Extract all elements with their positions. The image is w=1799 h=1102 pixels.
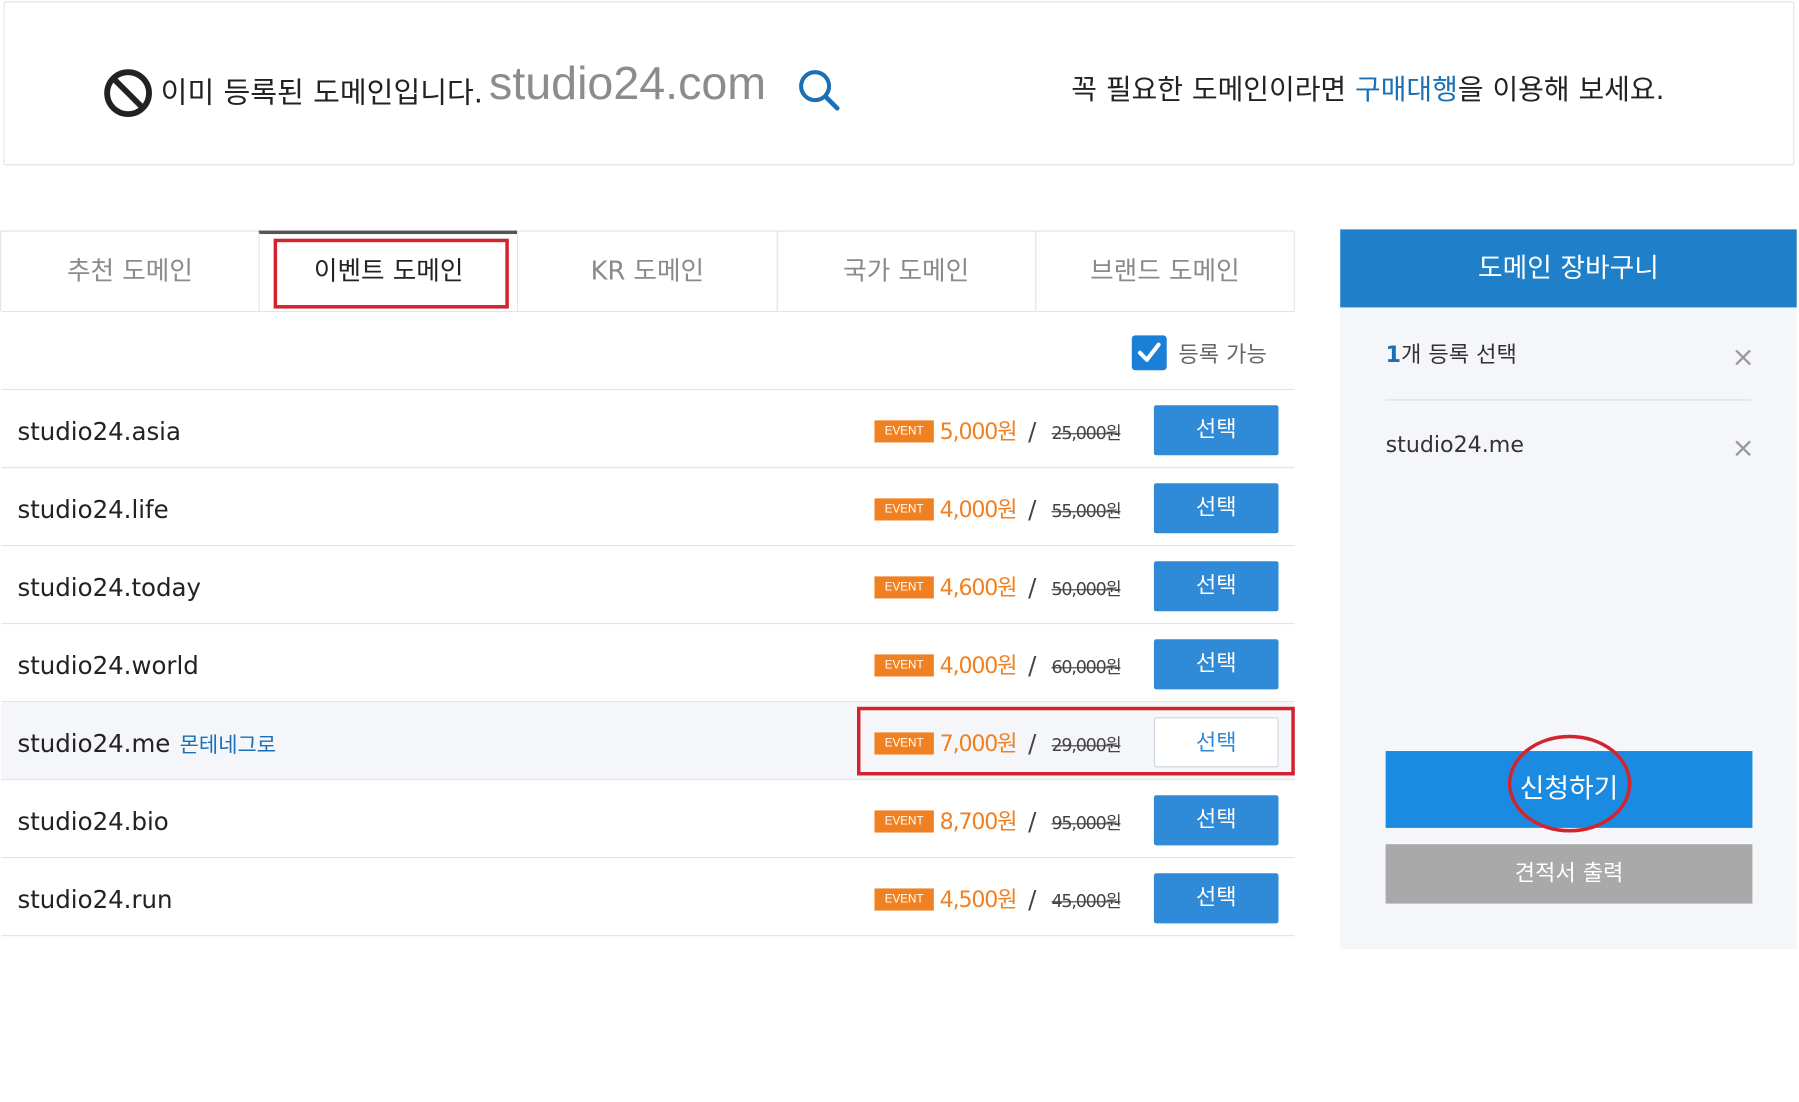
select-button[interactable]: 선택	[1153, 717, 1279, 768]
table-row: studio24.asia EVENT 5,000원 / 25,000원 선택	[1, 390, 1295, 469]
domain-name: studio24.me 몬테네그로	[17, 702, 276, 788]
cart-count: 1개 등록 선택	[1386, 338, 1517, 369]
tab-event[interactable]: 이벤트 도메인	[258, 230, 519, 311]
available-checkbox[interactable]	[1131, 335, 1167, 371]
table-row: studio24.world EVENT 4,000원 / 60,000원 선택	[1, 624, 1295, 703]
price-separator: /	[1028, 496, 1037, 524]
table-row-selected: studio24.me 몬테네그로 EVENT 7,000원 / 29,000원 …	[1, 702, 1295, 781]
domain-label: studio24.me	[17, 730, 171, 759]
original-price: 55,000원	[1051, 500, 1121, 522]
select-button[interactable]: 선택	[1153, 405, 1279, 456]
event-badge: EVENT	[874, 810, 934, 833]
domain-label: studio24.life	[17, 496, 169, 524]
event-price: 7,000원	[939, 731, 1018, 757]
event-badge: EVENT	[874, 654, 934, 677]
proxy-purchase-link[interactable]: 구매대행	[1355, 73, 1458, 106]
price-separator: /	[1028, 808, 1037, 837]
table-row: studio24.life EVENT 4,000원 / 55,000원 선택	[1, 468, 1295, 547]
tab-country[interactable]: 국가 도메인	[776, 230, 1037, 311]
page: 이미 등록된 도메인입니다. studio24.com 꼭 필요한 도메인이라면…	[0, 0, 1799, 1102]
domain-label: studio24.bio	[17, 808, 169, 837]
original-price: 95,000원	[1051, 812, 1121, 834]
original-price: 45,000원	[1051, 890, 1121, 912]
domain-cart-panel: 도메인 장바구니 1개 등록 선택 studio24.me	[1340, 229, 1797, 949]
tab-kr[interactable]: KR 도메인	[517, 230, 778, 311]
event-price: 5,000원	[939, 419, 1018, 445]
searched-domain: studio24.com	[489, 58, 767, 110]
event-badge: EVENT	[874, 420, 934, 443]
original-price: 25,000원	[1051, 422, 1121, 444]
select-button[interactable]: 선택	[1153, 639, 1279, 690]
event-badge: EVENT	[874, 498, 934, 521]
event-price: 4,000원	[939, 653, 1018, 679]
apply-button[interactable]: 신청하기	[1385, 751, 1753, 828]
cart-divider	[1385, 399, 1752, 401]
domain-label: studio24.today	[17, 574, 201, 602]
cart-title: 도메인 장바구니	[1340, 229, 1797, 308]
select-button[interactable]: 선택	[1153, 795, 1279, 846]
domain-name: studio24.world	[17, 624, 198, 708]
domain-name: studio24.today	[17, 546, 201, 630]
original-price: 60,000원	[1051, 656, 1121, 678]
original-price: 29,000원	[1051, 734, 1121, 756]
domain-list: studio24.asia EVENT 5,000원 / 25,000원 선택 …	[1, 388, 1295, 937]
select-button[interactable]: 선택	[1153, 873, 1279, 924]
domain-label: studio24.world	[17, 652, 199, 681]
country-label: 몬테네그로	[179, 733, 277, 759]
original-price: 50,000원	[1051, 578, 1121, 600]
table-row: studio24.today EVENT 4,600원 / 50,000원 선택	[1, 546, 1295, 625]
event-badge: EVENT	[874, 888, 934, 911]
table-row: studio24.bio EVENT 8,700원 / 95,000원 선택	[1, 780, 1295, 859]
tab-recommended[interactable]: 추천 도메인	[0, 230, 260, 311]
status-message: 이미 등록된 도메인입니다.	[160, 75, 484, 110]
select-button[interactable]: 선택	[1153, 483, 1279, 534]
domain-name: studio24.life	[17, 468, 168, 552]
domain-category-tabs: 추천 도메인 이벤트 도메인 KR 도메인 국가 도메인 브랜드 도메인	[0, 230, 1295, 313]
check-icon	[1137, 342, 1161, 362]
domain-name: studio24.asia	[17, 390, 181, 474]
cart-count-text: 개 등록 선택	[1401, 342, 1517, 368]
event-badge: EVENT	[874, 732, 934, 755]
price-separator: /	[1028, 418, 1037, 446]
price-separator: /	[1028, 652, 1037, 681]
select-button[interactable]: 선택	[1153, 561, 1279, 612]
notice-text-pre: 꼭 필요한 도메인이라면	[1071, 73, 1355, 106]
price-separator: /	[1028, 886, 1037, 915]
proxy-purchase-notice: 꼭 필요한 도메인이라면 구매대행을 이용해 보세요.	[1071, 66, 1664, 107]
table-row: studio24.run EVENT 4,500원 / 45,000원 선택	[1, 858, 1295, 937]
event-badge: EVENT	[874, 576, 934, 599]
domain-name: studio24.run	[17, 858, 172, 942]
available-only-filter[interactable]: 등록 가능	[1131, 335, 1267, 371]
domain-label: studio24.asia	[17, 418, 181, 446]
event-price: 4,600원	[939, 575, 1018, 601]
event-price: 4,000원	[939, 497, 1018, 523]
domain-label: studio24.run	[17, 886, 173, 915]
close-icon[interactable]	[1733, 347, 1754, 368]
print-quote-button[interactable]: 견적서 출력	[1385, 844, 1753, 904]
notice-text-post: 을 이용해 보세요.	[1457, 73, 1665, 106]
cart-item: studio24.me	[1385, 431, 1524, 458]
price-separator: /	[1028, 730, 1037, 759]
filter-label: 등록 가능	[1178, 341, 1267, 368]
tab-brand[interactable]: 브랜드 도메인	[1034, 230, 1295, 311]
price-separator: /	[1028, 574, 1037, 602]
prohibited-icon	[104, 69, 152, 118]
close-icon[interactable]	[1733, 438, 1754, 459]
cart-count-number: 1	[1385, 342, 1402, 368]
event-price: 4,500원	[939, 887, 1018, 913]
event-price: 8,700원	[939, 809, 1018, 835]
search-icon[interactable]	[796, 68, 840, 112]
domain-name: studio24.bio	[17, 780, 168, 864]
